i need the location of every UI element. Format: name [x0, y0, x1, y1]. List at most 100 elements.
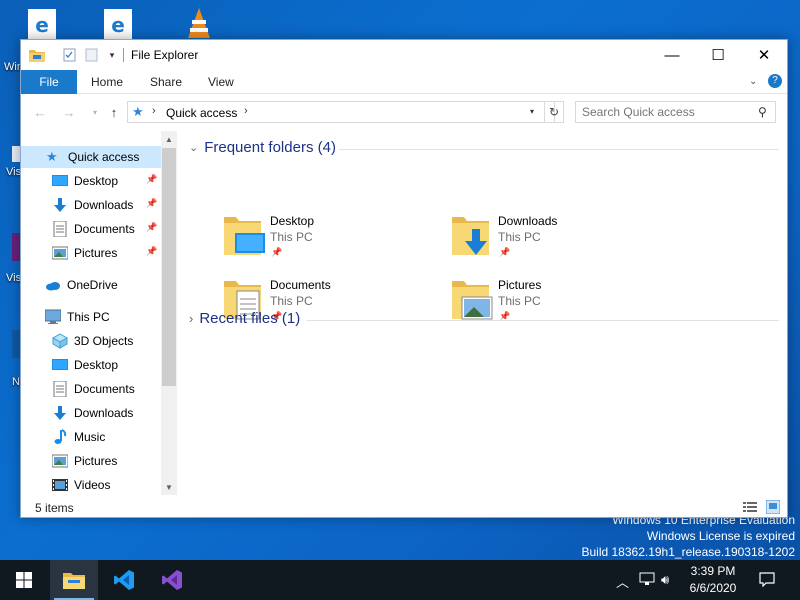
taskbar-vscode[interactable]	[100, 560, 148, 600]
file-explorer-window: ▾ File Explorer — ☐ ✕ File Home Share Vi…	[20, 39, 788, 518]
frequent-folders-header[interactable]: ⌄ Frequent folders (4)	[189, 139, 336, 156]
tab-share[interactable]: Share	[150, 70, 182, 94]
nav-label: Quick access	[68, 150, 140, 164]
chevron-down-icon[interactable]: ⌄	[189, 141, 198, 154]
group-header-label: Frequent folders (4)	[204, 139, 336, 156]
notifications-icon[interactable]	[759, 572, 775, 590]
breadcrumb-chevron-icon[interactable]: ›	[152, 105, 156, 117]
scroll-up-arrow-icon[interactable]: ▲	[161, 131, 177, 147]
recent-files-header[interactable]: › Recent files (1)	[189, 310, 300, 327]
pin-icon: 📌	[146, 222, 158, 232]
group-divider	[307, 320, 779, 321]
nav-label: Downloads	[74, 198, 134, 212]
nav-label: Documents	[74, 382, 135, 396]
desktop-icon-partial[interactable]	[12, 330, 20, 358]
refresh-icon: ↻	[548, 105, 560, 119]
nav-label: 3D Objects	[74, 334, 134, 348]
up-arrow-icon[interactable]: ↑	[106, 104, 122, 120]
forward-arrow-icon[interactable]: →	[61, 104, 77, 120]
desktop-icon-edge-1[interactable]: e	[27, 8, 57, 40]
tab-home[interactable]: Home	[91, 70, 123, 94]
nav-videos[interactable]: Videos	[52, 474, 162, 495]
watermark-line: Windows License is expired	[646, 529, 795, 543]
nav-onedrive[interactable]: OneDrive	[45, 274, 161, 296]
nav-label: Downloads	[74, 406, 134, 420]
nav-documents[interactable]: Documents	[52, 378, 162, 400]
nav-label: Music	[74, 430, 106, 444]
address-field[interactable]: ★ › Quick access › ▾	[127, 101, 555, 123]
tab-file[interactable]: File	[21, 70, 77, 94]
file-explorer-icon	[63, 573, 85, 589]
nav-downloads[interactable]: Downloads	[52, 402, 162, 424]
title-bar[interactable]: ▾ File Explorer — ☐ ✕	[21, 40, 787, 70]
nav-quick-access[interactable]: ★ Quick access	[21, 146, 161, 168]
onedrive-cloud-icon	[46, 282, 60, 291]
taskbar-visual-studio[interactable]	[148, 560, 196, 600]
maximize-button[interactable]: ☐	[695, 40, 741, 70]
navigation-pane: ★ Quick access Desktop 📌 Downloads 📌 Doc…	[21, 131, 177, 495]
taskbar-clock[interactable]: 3:39 PM 6/6/2020	[683, 563, 743, 597]
nav-scrollbar-thumb[interactable]	[162, 148, 176, 386]
desktop-icon-edge-2[interactable]: e	[103, 8, 133, 40]
desktop-icon-label: N	[12, 376, 20, 388]
nav-label: Desktop	[74, 358, 119, 372]
videos-filmstrip-icon	[52, 479, 68, 491]
large-icons-view-icon[interactable]	[765, 499, 781, 517]
pictures-folder-icon	[452, 281, 493, 320]
back-arrow-icon[interactable]: ←	[32, 104, 48, 120]
search-box[interactable]: ⚲	[575, 101, 776, 123]
nav-music[interactable]: Music	[52, 426, 162, 448]
new-folder-icon[interactable]	[85, 48, 99, 62]
breadcrumb-quick-access[interactable]: Quick access	[166, 106, 237, 120]
window-title: File Explorer	[131, 48, 199, 62]
expand-ribbon-icon[interactable]: ⌄	[749, 76, 757, 87]
show-hidden-icons-chevron-icon[interactable]: ︿	[616, 572, 629, 591]
chevron-right-icon[interactable]: ›	[189, 311, 193, 326]
documents-icon	[53, 221, 67, 237]
folder-location: This PC	[270, 294, 313, 308]
maximize-icon: ☐	[711, 47, 725, 64]
nav-pictures[interactable]: Pictures	[52, 450, 162, 472]
watermark-line: Build 18362.19h1_release.190318-1202	[581, 545, 795, 559]
details-view-icon[interactable]	[743, 501, 757, 516]
close-button[interactable]: ✕	[741, 40, 787, 70]
nav-desktop[interactable]: Desktop	[52, 354, 162, 376]
scroll-down-arrow-icon[interactable]: ▼	[161, 479, 177, 495]
start-button[interactable]	[0, 560, 48, 600]
desktop-icon-vlc[interactable]	[184, 6, 214, 38]
address-history-chevron-icon[interactable]: ▾	[530, 107, 534, 116]
svg-text:e: e	[35, 13, 49, 37]
desktop-icon-partial[interactable]	[12, 233, 20, 261]
properties-icon[interactable]	[63, 48, 77, 62]
help-icon[interactable]: ?	[768, 74, 782, 88]
activation-watermark: Windows 10 Enterprise Evaluation Windows…	[581, 512, 795, 560]
customize-toolbar-chevron-icon[interactable]: ▾	[105, 48, 119, 62]
refresh-button[interactable]: ↻	[544, 101, 564, 123]
folder-name: Documents	[270, 278, 331, 292]
nav-label: OneDrive	[67, 278, 118, 292]
status-bar: 5 items	[21, 497, 787, 519]
minimize-icon: —	[664, 46, 680, 64]
tab-view[interactable]: View	[208, 70, 234, 94]
nav-label: This PC	[67, 310, 110, 324]
breadcrumb-chevron-icon[interactable]: ›	[244, 105, 248, 117]
taskbar-file-explorer[interactable]	[50, 560, 98, 600]
folder-location: This PC	[498, 294, 541, 308]
vscode-icon	[114, 570, 134, 590]
search-icon[interactable]: ⚲	[758, 105, 767, 119]
svg-text:e: e	[111, 13, 125, 37]
item-count: 5 items	[35, 501, 74, 515]
folder-tile-downloads[interactable]: Downloads This PC 📌	[451, 213, 671, 263]
minimize-button[interactable]: —	[649, 40, 695, 70]
desktop-folder-icon	[224, 217, 265, 255]
nav-label: Pictures	[74, 454, 118, 468]
network-icon[interactable]	[639, 572, 655, 589]
recent-locations-chevron-icon[interactable]: ▾	[87, 104, 103, 120]
desktop-icon-partial[interactable]	[12, 146, 20, 162]
desktop-icon	[52, 359, 68, 370]
folder-tile-desktop[interactable]: Desktop This PC 📌	[223, 213, 443, 263]
search-input[interactable]	[582, 105, 752, 119]
nav-this-pc[interactable]: This PC	[45, 306, 161, 328]
volume-icon[interactable]: 🔊︎	[661, 572, 669, 588]
nav-3d-objects[interactable]: 3D Objects	[52, 330, 162, 352]
